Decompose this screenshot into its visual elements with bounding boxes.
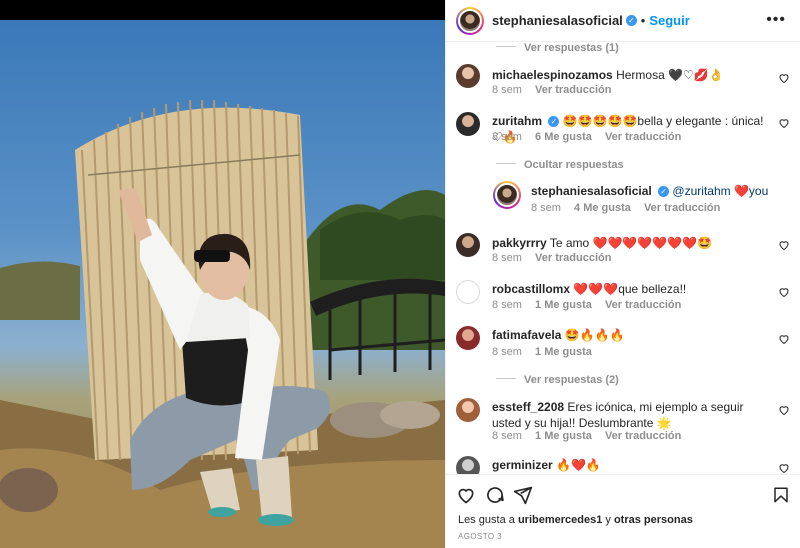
- comment-username[interactable]: fatimafavela: [492, 328, 561, 342]
- like-comment-heart-icon[interactable]: [778, 404, 790, 416]
- comment-meta: 8 sem Ver traducción: [492, 84, 611, 96]
- post-photo[interactable]: [0, 20, 445, 548]
- comment-username[interactable]: robcastillomx: [492, 282, 570, 296]
- comment-text: 🔥❤️🔥: [556, 458, 601, 472]
- translate-link[interactable]: Ver traducción: [535, 84, 611, 96]
- comment-likes[interactable]: 1 Me gusta: [535, 430, 592, 442]
- share-icon[interactable]: [513, 485, 533, 505]
- comment-meta: 8 sem 1 Me gusta Ver traducción: [492, 430, 681, 442]
- comment-age: 8 sem: [492, 299, 522, 311]
- comment-meta: 8 sem Ver traducción: [492, 252, 611, 264]
- heart-icon[interactable]: [456, 485, 476, 505]
- comment-username[interactable]: michaelespinozamos: [492, 68, 613, 82]
- comment-icon[interactable]: [485, 485, 505, 505]
- more-options-icon[interactable]: •••: [766, 11, 786, 29]
- like-comment-heart-icon[interactable]: [778, 117, 790, 129]
- comment-age: 8 sem: [492, 131, 522, 143]
- reply-item: stephaniesalasoficial ✓ @zuritahm ❤️you: [531, 183, 771, 199]
- translate-link[interactable]: Ver traducción: [535, 252, 611, 264]
- comment-age: 8 sem: [492, 84, 522, 96]
- comment-text: Hermosa 🖤♡💋👌: [616, 68, 724, 82]
- comment-age: 8 sem: [492, 346, 522, 358]
- comment-item: essteff_2208 Eres icónica, mi ejemplo a …: [492, 399, 774, 431]
- avatar[interactable]: [456, 326, 480, 350]
- translate-link[interactable]: Ver traducción: [605, 131, 681, 143]
- comment-item: michaelespinozamos Hermosa 🖤♡💋👌: [492, 67, 772, 83]
- comment-likes[interactable]: 4 Me gusta: [574, 202, 631, 214]
- likes-user-link[interactable]: uribemercedes1: [518, 514, 602, 526]
- author-username[interactable]: stephaniesalasoficial: [492, 13, 623, 28]
- translate-link[interactable]: Ver traducción: [605, 430, 681, 442]
- comment-username[interactable]: essteff_2208: [492, 400, 564, 414]
- post-header: stephaniesalasoficial ✓ • Seguir •••: [446, 0, 800, 42]
- photo-illustration: [0, 99, 445, 548]
- translate-link[interactable]: Ver traducción: [644, 202, 720, 214]
- like-comment-heart-icon[interactable]: [778, 239, 790, 251]
- comment-text: @zuritahm ❤️you: [672, 184, 769, 198]
- like-comment-heart-icon[interactable]: [778, 462, 790, 474]
- comment-age: 8 sem: [492, 430, 522, 442]
- comment-text: Te amo ❤️❤️❤️❤️❤️❤️❤️🤩: [549, 236, 713, 250]
- comment-meta: 8 sem 1 Me gusta Ver traducción: [492, 299, 681, 311]
- like-comment-heart-icon[interactable]: [778, 72, 790, 84]
- comment-age: 8 sem: [492, 252, 522, 264]
- verified-badge-icon: ✓: [548, 116, 560, 128]
- comment-username[interactable]: stephaniesalasoficial: [531, 184, 652, 198]
- comments-list[interactable]: Ver respuestas (1) michaelespinozamos He…: [446, 42, 800, 474]
- comment-text: 🤩🔥🔥🔥: [564, 328, 625, 342]
- comment-username[interactable]: germinizer: [492, 458, 553, 472]
- like-comment-heart-icon[interactable]: [778, 333, 790, 345]
- bookmark-icon[interactable]: [772, 485, 790, 505]
- comments-panel: stephaniesalasoficial ✓ • Seguir ••• Ver…: [445, 0, 800, 548]
- likes-others-link[interactable]: otras personas: [614, 514, 693, 526]
- comment-likes[interactable]: 6 Me gusta: [535, 131, 592, 143]
- like-comment-heart-icon[interactable]: [778, 286, 790, 298]
- avatar[interactable]: [456, 112, 480, 136]
- author-avatar[interactable]: [456, 6, 484, 35]
- comment-item: germinizer 🔥❤️🔥: [492, 457, 772, 473]
- view-replies-toggle[interactable]: Ver respuestas (2): [496, 370, 619, 388]
- hide-replies-toggle[interactable]: Ocultar respuestas: [496, 155, 624, 173]
- comment-age: 8 sem: [531, 202, 561, 214]
- view-replies-toggle[interactable]: Ver respuestas (1): [496, 42, 619, 56]
- comment-username[interactable]: pakkyrrry: [492, 236, 547, 250]
- likes-summary: Les gusta a uribemercedes1 y otras perso…: [458, 514, 693, 526]
- follow-button[interactable]: Seguir: [649, 13, 689, 28]
- likes-mid: y: [602, 514, 614, 526]
- comment-likes[interactable]: 1 Me gusta: [535, 346, 592, 358]
- comment-meta: 8 sem 6 Me gusta Ver traducción: [492, 131, 681, 143]
- comment-item: robcastillomx ❤️❤️❤️que belleza!!: [492, 281, 772, 297]
- comment-meta: 8 sem 1 Me gusta: [492, 346, 592, 358]
- comment-username[interactable]: zuritahm: [492, 114, 542, 128]
- comment-item: pakkyrrry Te amo ❤️❤️❤️❤️❤️❤️❤️🤩: [492, 235, 772, 251]
- verified-badge-icon: ✓: [658, 186, 670, 198]
- avatar[interactable]: [456, 398, 480, 422]
- avatar[interactable]: [456, 64, 480, 88]
- verified-badge-icon: ✓: [625, 15, 637, 26]
- comment-item: fatimafavela 🤩🔥🔥🔥: [492, 327, 772, 343]
- avatar[interactable]: [456, 280, 480, 304]
- separator-dot: •: [640, 13, 646, 28]
- action-bar: [446, 474, 800, 512]
- avatar[interactable]: [456, 456, 480, 474]
- translate-link[interactable]: Ver traducción: [605, 299, 681, 311]
- post-date[interactable]: AGOSTO 3: [458, 532, 502, 541]
- comment-likes[interactable]: 1 Me gusta: [535, 299, 592, 311]
- comment-meta: 8 sem 4 Me gusta Ver traducción: [531, 202, 720, 214]
- reply-avatar[interactable]: [493, 181, 521, 209]
- comment-text: ❤️❤️❤️que belleza!!: [573, 282, 687, 296]
- likes-prefix: Les gusta a: [458, 514, 518, 526]
- avatar[interactable]: [456, 233, 480, 257]
